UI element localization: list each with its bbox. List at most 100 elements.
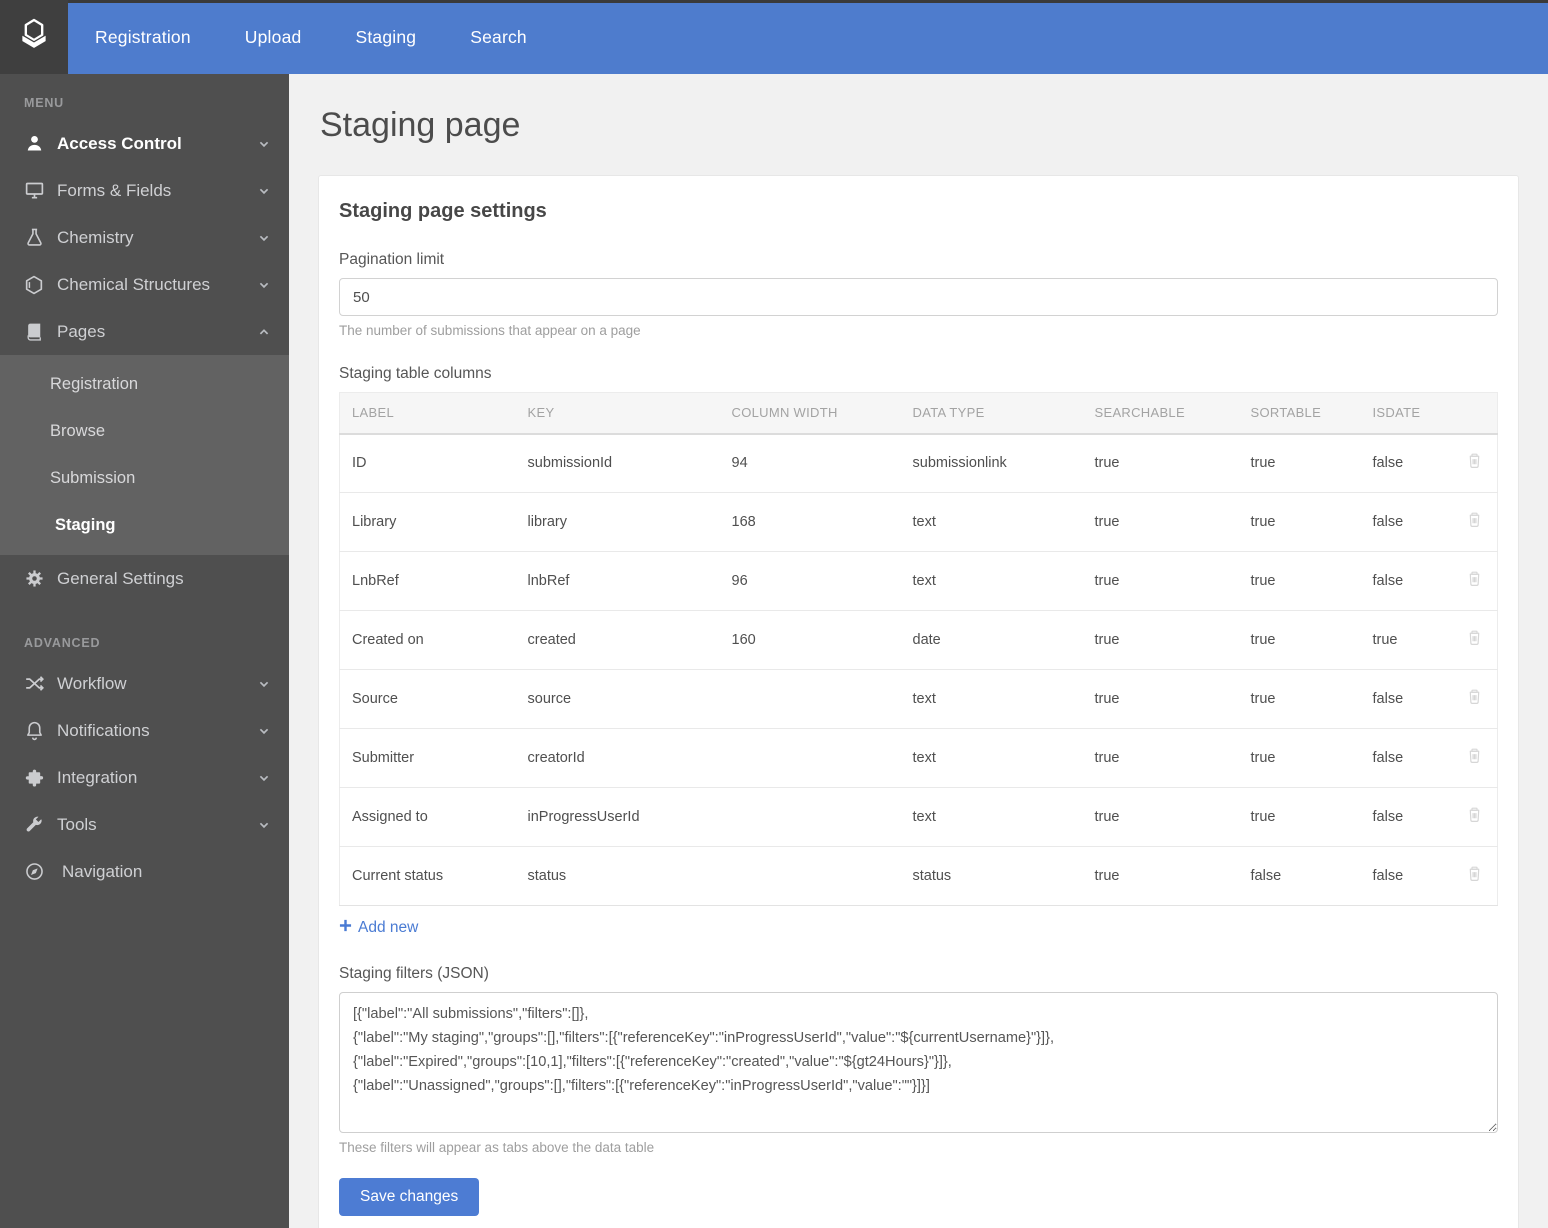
settings-card: Staging page settings Pagination limit T… <box>318 175 1519 1228</box>
cell-searchable: true <box>1082 610 1239 670</box>
cell-key: created <box>515 610 720 670</box>
cell-sortable: true <box>1238 669 1361 729</box>
cell-isdate: false <box>1360 492 1452 552</box>
sidebar-item-general-settings[interactable]: General Settings <box>0 555 289 602</box>
cell-label: Submitter <box>339 728 516 788</box>
sidebar-item-navigation[interactable]: Navigation <box>0 848 289 895</box>
sidebar-item-tools[interactable]: Tools <box>0 801 289 848</box>
topnav-upload[interactable]: Upload <box>245 27 302 48</box>
cell-column-width <box>719 669 901 729</box>
cell-column-width: 160 <box>719 610 901 670</box>
cell-isdate: true <box>1360 610 1452 670</box>
compass-icon <box>22 860 46 884</box>
cell-data-type: text <box>900 492 1083 552</box>
sidebar-subitem-registration[interactable]: Registration <box>0 361 289 408</box>
trash-icon <box>1465 512 1484 534</box>
topbar: Registration Upload Staging Search <box>0 0 1548 74</box>
cell-sortable: true <box>1238 492 1361 552</box>
sidebar-item-chemistry[interactable]: Chemistry <box>0 214 289 261</box>
sidebar-item-forms-fields[interactable]: Forms & Fields <box>0 167 289 214</box>
cell-sortable: true <box>1238 610 1361 670</box>
cell-label: Created on <box>339 610 516 670</box>
sidebar-section-menu: MENU <box>24 96 65 110</box>
cell-sortable: true <box>1238 433 1361 493</box>
chevron-down-icon <box>255 771 271 785</box>
delete-row-button[interactable] <box>1451 433 1498 493</box>
sidebar-item-pages[interactable]: Pages <box>0 308 289 355</box>
chevron-down-icon <box>255 278 271 292</box>
delete-row-button[interactable] <box>1451 610 1498 670</box>
cell-key: creatorId <box>515 728 720 788</box>
person-icon <box>22 132 46 156</box>
cell-data-type: status <box>900 846 1083 906</box>
topnav-search[interactable]: Search <box>470 27 527 48</box>
cell-searchable: true <box>1082 551 1239 611</box>
sidebar-item-integration[interactable]: Integration <box>0 754 289 801</box>
cell-data-type: text <box>900 551 1083 611</box>
chevron-down-icon <box>255 677 271 691</box>
sidebar-subitem-submission[interactable]: Submission <box>0 455 289 502</box>
delete-row-button[interactable] <box>1451 728 1498 788</box>
delete-row-button[interactable] <box>1451 492 1498 552</box>
col-header-searchable: SEARCHABLE <box>1082 392 1239 435</box>
col-header-data-type: DATA TYPE <box>900 392 1083 435</box>
app-logo[interactable] <box>0 0 68 74</box>
table-row: Current status status status true false … <box>339 846 1498 906</box>
staging-filters-textarea[interactable]: [{"label":"All submissions","filters":[]… <box>339 992 1498 1133</box>
pages-submenu: Registration Browse Submission Staging <box>0 355 289 555</box>
staging-table-columns-label: Staging table columns <box>339 365 492 382</box>
monitor-icon <box>22 179 46 203</box>
cell-key: lnbRef <box>515 551 720 611</box>
chevron-down-icon <box>255 818 271 832</box>
cell-column-width: 96 <box>719 551 901 611</box>
trash-icon <box>1465 866 1484 888</box>
cell-searchable: true <box>1082 728 1239 788</box>
col-header-isdate: ISDATE <box>1360 392 1452 435</box>
cell-isdate: false <box>1360 551 1452 611</box>
delete-row-button[interactable] <box>1451 787 1498 847</box>
table-row: Source source text true true false <box>339 669 1498 729</box>
page-title: Staging page <box>320 106 521 144</box>
delete-row-button[interactable] <box>1451 846 1498 906</box>
table-row: Created on created 160 date true true tr… <box>339 610 1498 670</box>
cell-column-width <box>719 787 901 847</box>
sidebar-item-chemical-structures[interactable]: Chemical Structures <box>0 261 289 308</box>
shuffle-icon <box>22 672 46 696</box>
cell-column-width <box>719 846 901 906</box>
topnav-staging[interactable]: Staging <box>355 27 416 48</box>
sidebar-item-access-control[interactable]: Access Control <box>0 120 289 167</box>
chevron-down-icon <box>255 184 271 198</box>
sidebar-subitem-staging[interactable]: Staging <box>0 502 289 549</box>
sidebar-item-notifications[interactable]: Notifications <box>0 707 289 754</box>
delete-row-button[interactable] <box>1451 551 1498 611</box>
table-row: Assigned to inProgressUserId text true t… <box>339 787 1498 847</box>
cell-isdate: false <box>1360 846 1452 906</box>
sidebar-item-workflow[interactable]: Workflow <box>0 660 289 707</box>
col-header-actions <box>1451 392 1498 435</box>
cell-key: source <box>515 669 720 729</box>
trash-icon <box>1465 689 1484 711</box>
topnav-registration[interactable]: Registration <box>95 27 191 48</box>
cell-key: submissionId <box>515 433 720 493</box>
table-header-row: LABEL KEY COLUMN WIDTH DATA TYPE SEARCHA… <box>339 392 1498 435</box>
chevron-down-icon <box>255 724 271 738</box>
cell-key: status <box>515 846 720 906</box>
pagination-limit-input[interactable] <box>339 278 1498 316</box>
top-navigation: Registration Upload Staging Search <box>0 0 1548 74</box>
add-new-button[interactable]: Add new <box>339 919 418 937</box>
trash-icon <box>1465 748 1484 770</box>
delete-row-button[interactable] <box>1451 669 1498 729</box>
cell-label: ID <box>339 433 516 493</box>
cell-column-width: 94 <box>719 433 901 493</box>
save-changes-button[interactable]: Save changes <box>339 1178 480 1216</box>
cell-isdate: false <box>1360 433 1452 493</box>
gear-icon <box>22 567 46 591</box>
cell-key: inProgressUserId <box>515 787 720 847</box>
col-header-label: LABEL <box>339 392 516 435</box>
sidebar: MENU Access Control Forms & Fields Chemi… <box>0 74 289 1228</box>
col-header-column-width: COLUMN WIDTH <box>719 392 901 435</box>
sidebar-subitem-browse[interactable]: Browse <box>0 408 289 455</box>
cell-data-type: text <box>900 787 1083 847</box>
cell-sortable: true <box>1238 728 1361 788</box>
cell-column-width <box>719 728 901 788</box>
